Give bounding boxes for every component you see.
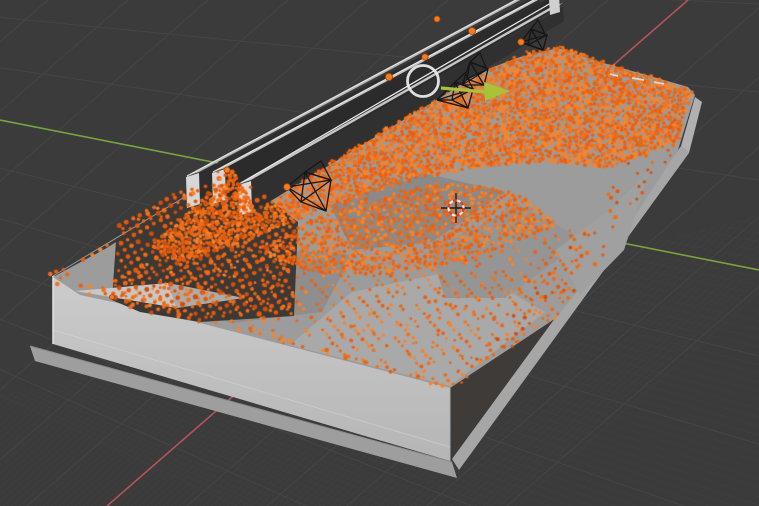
gizmo-center-circle[interactable] <box>408 66 439 97</box>
crest-dash <box>654 82 664 84</box>
origin-dot[interactable] <box>469 28 476 35</box>
spotlight-wireframe[interactable] <box>287 161 331 211</box>
origin-dot[interactable] <box>224 167 230 173</box>
object-origin-dots[interactable] <box>110 16 525 299</box>
spotlight-wireframe[interactable] <box>521 20 547 50</box>
origin-dot[interactable] <box>385 73 392 80</box>
viewport-overlay <box>0 0 759 506</box>
origin-dot[interactable] <box>284 184 291 191</box>
crest-dash <box>610 74 618 76</box>
origin-dot[interactable] <box>110 295 115 300</box>
spotlight-wireframe[interactable] <box>462 53 488 85</box>
arrow-shaft <box>441 88 486 92</box>
crest-dash <box>632 78 644 80</box>
blender-3d-viewport[interactable] <box>0 0 759 506</box>
terrain-crest-highlights <box>610 74 664 84</box>
origin-dot[interactable] <box>518 39 524 45</box>
spotlight-wireframes[interactable] <box>287 20 547 211</box>
origin-dot[interactable] <box>434 16 440 22</box>
arrow-head <box>484 82 510 101</box>
origin-dot[interactable] <box>422 54 428 60</box>
3d-cursor <box>441 193 471 223</box>
